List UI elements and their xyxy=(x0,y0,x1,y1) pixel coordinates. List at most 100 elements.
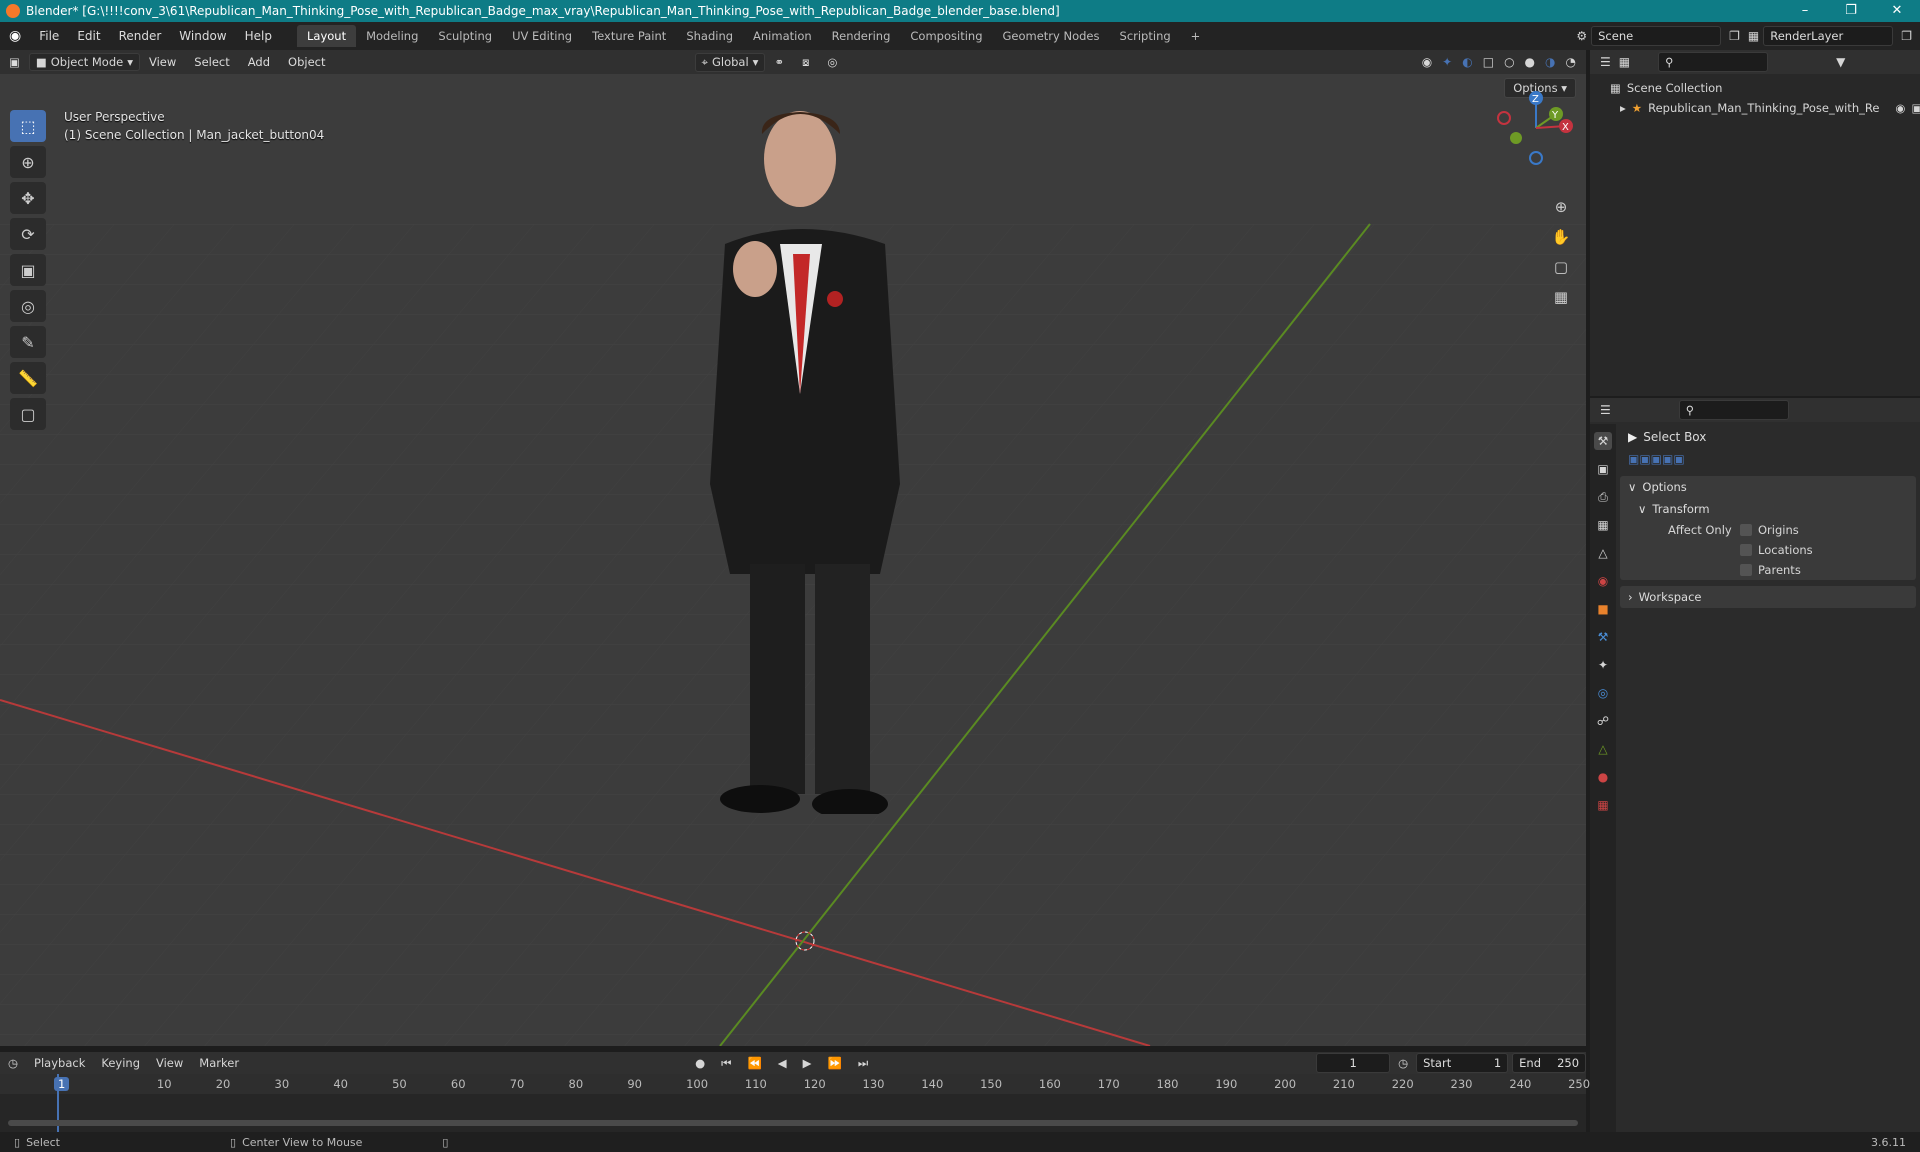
menu-timeline-view[interactable]: View xyxy=(148,1056,191,1070)
affect-only-parents[interactable]: Parents xyxy=(1620,560,1916,580)
tab-uv-editing[interactable]: UV Editing xyxy=(502,25,582,47)
close-button[interactable]: ✕ xyxy=(1874,0,1920,22)
menu-view[interactable]: View xyxy=(140,55,185,69)
add-workspace-icon[interactable]: + xyxy=(1181,25,1211,47)
menu-add[interactable]: Add xyxy=(239,55,279,69)
pivot-icon[interactable]: ⚭ xyxy=(765,55,793,69)
proportional-edit-icon[interactable]: ◎ xyxy=(818,55,846,69)
outliner-type-icon[interactable]: ☰ xyxy=(1600,55,1611,69)
annotate-tool[interactable]: ✎ xyxy=(10,326,46,358)
xray-icon[interactable]: □ xyxy=(1483,55,1494,69)
pan-hand-icon[interactable]: ✋ xyxy=(1548,224,1574,250)
tab-layout[interactable]: Layout xyxy=(296,25,357,47)
gizmo-toggle-icon[interactable]: ✦ xyxy=(1442,55,1452,69)
end-frame-field[interactable]: End 250 xyxy=(1512,1053,1587,1073)
overlay-toggle-icon[interactable]: ◐ xyxy=(1462,55,1472,69)
parents-checkbox[interactable] xyxy=(1740,564,1752,576)
origins-checkbox[interactable] xyxy=(1740,524,1752,536)
editor-type-icon[interactable]: ▣ xyxy=(0,55,29,69)
wireframe-shading-icon[interactable]: ○ xyxy=(1504,55,1514,69)
menu-object[interactable]: Object xyxy=(279,55,334,69)
options-header[interactable]: ∨ Options xyxy=(1620,476,1916,498)
menu-keying[interactable]: Keying xyxy=(93,1056,148,1070)
preview-range-icon[interactable]: ◷ xyxy=(1390,1056,1416,1070)
output-tab-icon[interactable]: ⎙ xyxy=(1594,488,1612,506)
properties-search-input[interactable]: ⚲ xyxy=(1678,400,1789,420)
scene-field[interactable]: Scene xyxy=(1591,26,1722,46)
affect-only-origins[interactable]: Affect Only Origins xyxy=(1620,520,1916,540)
material-tab-icon[interactable]: ● xyxy=(1594,768,1612,786)
menu-render[interactable]: Render xyxy=(110,29,171,43)
filter-icon[interactable]: ▼ xyxy=(1836,55,1845,69)
properties-type-icon[interactable]: ☰ xyxy=(1600,403,1611,417)
snap-icon[interactable]: ⧇ xyxy=(793,55,818,70)
data-tab-icon[interactable]: △ xyxy=(1594,740,1612,758)
world-tab-icon[interactable]: ◉ xyxy=(1594,572,1612,590)
menu-help[interactable]: Help xyxy=(236,29,281,43)
camera-icon[interactable]: ▢ xyxy=(1548,254,1574,280)
maximize-button[interactable]: ❐ xyxy=(1828,0,1874,22)
particles-tab-icon[interactable]: ✦ xyxy=(1594,656,1612,674)
tab-scripting[interactable]: Scripting xyxy=(1110,25,1181,47)
select-box-tool[interactable]: ⬚ xyxy=(10,110,46,142)
expand-arrow-icon[interactable]: ▸ xyxy=(1620,101,1626,115)
tab-sculpting[interactable]: Sculpting xyxy=(428,25,502,47)
scene-collection-row[interactable]: ▦ Scene Collection xyxy=(1590,78,1920,98)
cursor-tool[interactable]: ⊕ xyxy=(10,146,46,178)
menu-playback[interactable]: Playback xyxy=(26,1056,93,1070)
scene-tab-icon[interactable]: △ xyxy=(1594,544,1612,562)
workspace-header[interactable]: › Workspace xyxy=(1620,586,1916,608)
prev-keyframe-icon[interactable]: ⏪ xyxy=(739,1056,769,1070)
tab-compositing[interactable]: Compositing xyxy=(900,25,992,47)
timeline-area[interactable]: 1 10 20 30 40 50 60 70 80 90 100 110 120 130 140 150 160… xyxy=(0,1074,1590,1132)
minimize-button[interactable]: – xyxy=(1782,0,1828,22)
play-reverse-icon[interactable]: ◀ xyxy=(770,1056,795,1070)
transform-header[interactable]: ∨ Transform xyxy=(1620,498,1916,520)
object-tab-icon[interactable]: ■ xyxy=(1594,600,1612,618)
tab-geometry-nodes[interactable]: Geometry Nodes xyxy=(993,25,1110,47)
jump-start-icon[interactable]: ⏮ xyxy=(713,1056,739,1071)
outliner-search-input[interactable]: ⚲ xyxy=(1658,52,1769,72)
record-icon[interactable]: ● xyxy=(687,1056,713,1070)
texture-tab-icon[interactable]: ▦ xyxy=(1594,796,1612,814)
play-icon[interactable]: ▶ xyxy=(795,1056,820,1070)
visibility-icon[interactable]: ◉ xyxy=(1422,55,1432,69)
transform-tool[interactable]: ◎ xyxy=(10,290,46,322)
tab-texture-paint[interactable]: Texture Paint xyxy=(582,25,676,47)
display-mode-icon[interactable]: ▦ xyxy=(1619,55,1630,69)
tool-tab-icon[interactable]: ⚒ xyxy=(1594,432,1612,450)
constraints-tab-icon[interactable]: ☍ xyxy=(1594,712,1612,730)
physics-tab-icon[interactable]: ◎ xyxy=(1594,684,1612,702)
timeline-scrollbar[interactable] xyxy=(8,1120,1578,1126)
rendered-shading-icon[interactable]: ◔ xyxy=(1566,55,1576,69)
grid-view-icon[interactable]: ▦ xyxy=(1548,284,1574,310)
jump-end-icon[interactable]: ⏭ xyxy=(850,1056,876,1071)
menu-file[interactable]: File xyxy=(30,29,68,43)
blender-menu-icon[interactable]: ◉ xyxy=(0,28,30,44)
new-layer-icon[interactable]: ❐ xyxy=(1901,29,1912,43)
render-tab-icon[interactable]: ▣ xyxy=(1594,460,1612,478)
rotate-tool[interactable]: ⟳ xyxy=(10,218,46,250)
start-frame-field[interactable]: Start 1 xyxy=(1416,1053,1509,1073)
camera-render-icon[interactable]: ▣ xyxy=(1911,101,1920,115)
orientation-dropdown[interactable]: ⌖ Global ▾ xyxy=(694,52,766,72)
tab-shading[interactable]: Shading xyxy=(676,25,743,47)
view-layer-tab-icon[interactable]: ▦ xyxy=(1594,516,1612,534)
3d-viewport[interactable]: Options ▾ ⬚ ⊕ ✥ ⟳ ▣ ◎ ✎ 📏 ▢ User Perspec… xyxy=(0,74,1586,1046)
new-scene-icon[interactable]: ❐ xyxy=(1729,29,1740,43)
select-mode-buttons[interactable]: ▣▣▣▣▣ xyxy=(1620,448,1916,470)
menu-edit[interactable]: Edit xyxy=(68,29,109,43)
measure-tool[interactable]: 📏 xyxy=(10,362,46,394)
move-tool[interactable]: ✥ xyxy=(10,182,46,214)
locations-checkbox[interactable] xyxy=(1740,544,1752,556)
current-frame-field[interactable]: 1 xyxy=(1316,1053,1391,1073)
menu-window[interactable]: Window xyxy=(170,29,235,43)
menu-marker[interactable]: Marker xyxy=(191,1056,247,1070)
affect-only-locations[interactable]: Locations xyxy=(1620,540,1916,560)
navigation-gizmo[interactable]: Z Y X xyxy=(1496,88,1576,168)
frame-ruler[interactable]: 1 10 20 30 40 50 60 70 80 90 100 110 120 130 140 150 160… xyxy=(0,1074,1590,1094)
tab-rendering[interactable]: Rendering xyxy=(822,25,901,47)
modifier-tab-icon[interactable]: ⚒ xyxy=(1594,628,1612,646)
solid-shading-icon[interactable]: ● xyxy=(1525,55,1535,69)
outliner-object-row[interactable]: ▸ ★ Republican_Man_Thinking_Pose_with_Re ◉ ▣ xyxy=(1590,98,1920,118)
